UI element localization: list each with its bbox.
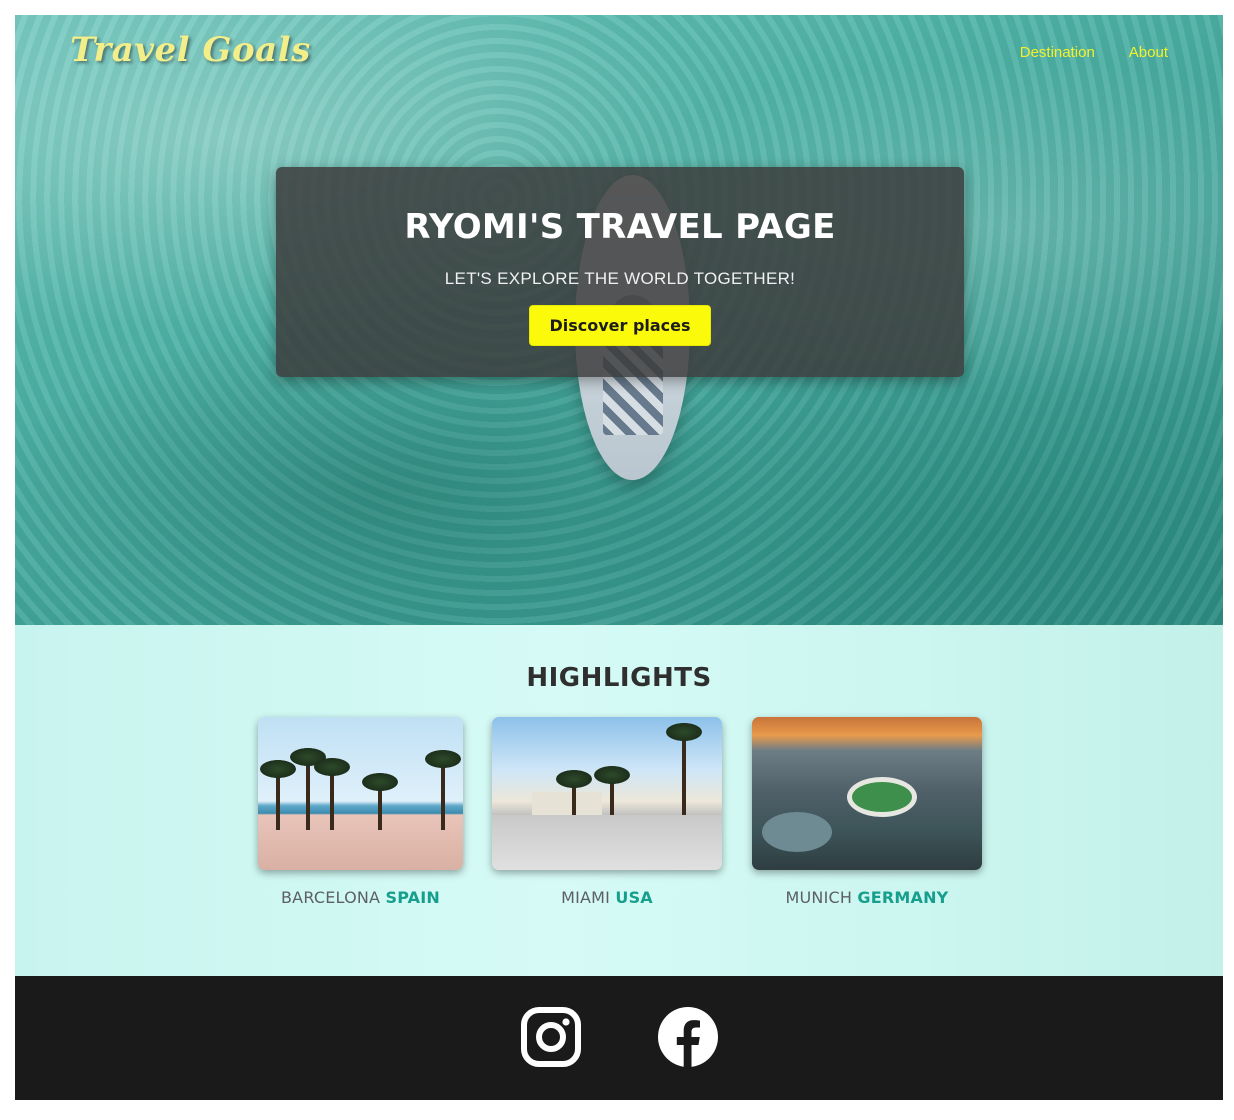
caption-city: BARCELONA [281, 888, 381, 907]
munich-photo[interactable] [752, 717, 982, 870]
highlight-caption: MUNICH GERMANY [752, 888, 982, 907]
lake-shape [762, 812, 832, 852]
palm-tree [314, 758, 350, 830]
palm-tree [260, 760, 296, 830]
page: Travel Goals Destination About RYOMI'S T… [15, 15, 1223, 1100]
highlight-card-miami: MIAMI USA [492, 717, 722, 907]
instagram-icon[interactable] [520, 1006, 582, 1068]
caption-country: GERMANY [857, 888, 949, 907]
discover-places-button[interactable]: Discover places [529, 305, 711, 346]
highlight-card-munich: MUNICH GERMANY [752, 717, 982, 907]
highlights-section: HIGHLIGHTS BARCELONA SPAIN MIAMI USA MUN… [15, 625, 1223, 976]
caption-city: MIAMI [561, 888, 611, 907]
nav-link-about[interactable]: About [1129, 44, 1168, 61]
site-logo[interactable]: Travel Goals [70, 30, 311, 70]
road-shape [492, 815, 722, 870]
palm-tree [425, 750, 461, 830]
highlight-caption: BARCELONA SPAIN [258, 888, 463, 907]
facebook-icon[interactable] [657, 1006, 719, 1068]
hero-title: RYOMI'S TRAVEL PAGE [404, 207, 836, 247]
highlight-card-barcelona: BARCELONA SPAIN [258, 717, 463, 907]
caption-country: SPAIN [385, 888, 440, 907]
hero-banner: RYOMI'S TRAVEL PAGE LET'S EXPLORE THE WO… [276, 167, 964, 377]
caption-city: MUNICH [785, 888, 853, 907]
palm-tree [290, 748, 326, 830]
miami-photo[interactable] [492, 717, 722, 870]
palm-tree [362, 773, 398, 830]
barcelona-photo[interactable] [258, 717, 463, 870]
hero-section: Travel Goals Destination About RYOMI'S T… [15, 15, 1223, 625]
highlight-caption: MIAMI USA [492, 888, 722, 907]
main-nav: Destination About [1020, 44, 1168, 61]
hero-subtitle: LET'S EXPLORE THE WORLD TOGETHER! [444, 269, 796, 288]
caption-country: USA [615, 888, 653, 907]
footer [15, 976, 1223, 1100]
highlights-title: HIGHLIGHTS [526, 663, 712, 693]
stadium-shape [847, 777, 917, 817]
nav-link-destination[interactable]: Destination [1020, 44, 1095, 61]
